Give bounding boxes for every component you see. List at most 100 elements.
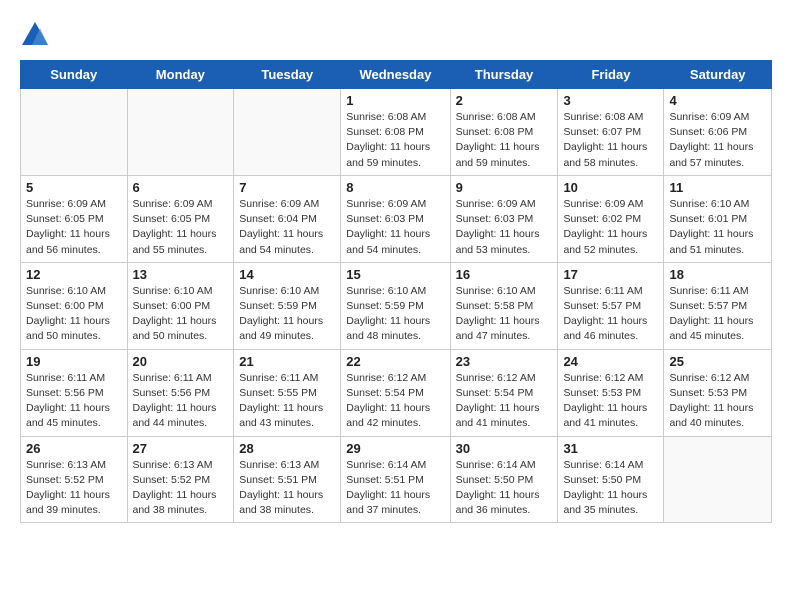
day-number: 9 (456, 180, 553, 195)
day-info: Sunrise: 6:09 AM Sunset: 6:03 PM Dayligh… (346, 197, 444, 258)
calendar-cell (127, 89, 234, 176)
day-number: 14 (239, 267, 335, 282)
day-number: 6 (133, 180, 229, 195)
day-info: Sunrise: 6:09 AM Sunset: 6:05 PM Dayligh… (133, 197, 229, 258)
day-number: 20 (133, 354, 229, 369)
day-info: Sunrise: 6:13 AM Sunset: 5:52 PM Dayligh… (133, 458, 229, 519)
calendar-cell: 26Sunrise: 6:13 AM Sunset: 5:52 PM Dayli… (21, 436, 128, 523)
calendar-cell: 16 Sunrise: 6:10 AM Sunset: 5:58 PM Dayli… (450, 262, 558, 349)
calendar-cell: 19 Sunrise: 6:11 AM Sunset: 5:56 PM Dayli… (21, 349, 128, 436)
calendar-cell: 23 Sunrise: 6:12 AM Sunset: 5:54 PM Dayli… (450, 349, 558, 436)
weekday-header-saturday: Saturday (664, 61, 772, 89)
day-info: Sunrise: 6:11 AM Sunset: 5:55 PM Dayligh… (239, 371, 335, 432)
calendar-cell: 30Sunrise: 6:14 AM Sunset: 5:50 PM Dayli… (450, 436, 558, 523)
calendar-cell: 28 Sunrise: 6:13 AM Sunset: 5:51 PM Dayli… (234, 436, 341, 523)
day-info: Sunrise: 6:10 AM Sunset: 6:00 PM Dayligh… (26, 284, 122, 345)
calendar-cell: 21 Sunrise: 6:11 AM Sunset: 5:55 PM Dayli… (234, 349, 341, 436)
calendar-cell: 5 Sunrise: 6:09 AM Sunset: 6:05 PM Daylig… (21, 175, 128, 262)
day-number: 28 (239, 441, 335, 456)
day-number: 12 (26, 267, 122, 282)
calendar-cell: 15 Sunrise: 6:10 AM Sunset: 5:59 PM Dayli… (341, 262, 450, 349)
calendar-cell: 25 Sunrise: 6:12 AM Sunset: 5:53 PM Dayli… (664, 349, 772, 436)
weekday-header-monday: Monday (127, 61, 234, 89)
day-info: Sunrise: 6:11 AM Sunset: 5:57 PM Dayligh… (563, 284, 658, 345)
day-info: Sunrise: 6:12 AM Sunset: 5:53 PM Dayligh… (669, 371, 766, 432)
day-number: 2 (456, 93, 553, 108)
calendar-cell: 2Sunrise: 6:08 AM Sunset: 6:08 PM Daylig… (450, 89, 558, 176)
day-number: 21 (239, 354, 335, 369)
day-number: 19 (26, 354, 122, 369)
day-number: 23 (456, 354, 553, 369)
day-number: 15 (346, 267, 444, 282)
calendar-cell: 9Sunrise: 6:09 AM Sunset: 6:03 PM Daylig… (450, 175, 558, 262)
day-number: 29 (346, 441, 444, 456)
calendar-cell: 8 Sunrise: 6:09 AM Sunset: 6:03 PM Daylig… (341, 175, 450, 262)
calendar-cell: 4 Sunrise: 6:09 AM Sunset: 6:06 PM Daylig… (664, 89, 772, 176)
calendar-week-row-4: 19 Sunrise: 6:11 AM Sunset: 5:56 PM Dayli… (21, 349, 772, 436)
calendar-cell: 13 Sunrise: 6:10 AM Sunset: 6:00 PM Dayli… (127, 262, 234, 349)
day-info: Sunrise: 6:14 AM Sunset: 5:50 PM Dayligh… (563, 458, 658, 519)
calendar-cell: 14 Sunrise: 6:10 AM Sunset: 5:59 PM Dayli… (234, 262, 341, 349)
day-info: Sunrise: 6:11 AM Sunset: 5:57 PM Dayligh… (669, 284, 766, 345)
weekday-header-sunday: Sunday (21, 61, 128, 89)
weekday-header-tuesday: Tuesday (234, 61, 341, 89)
calendar-cell: 7 Sunrise: 6:09 AM Sunset: 6:04 PM Daylig… (234, 175, 341, 262)
calendar-cell: 18 Sunrise: 6:11 AM Sunset: 5:57 PM Dayli… (664, 262, 772, 349)
day-info: Sunrise: 6:09 AM Sunset: 6:02 PM Dayligh… (563, 197, 658, 258)
day-number: 8 (346, 180, 444, 195)
page-header (20, 20, 772, 50)
day-info: Sunrise: 6:08 AM Sunset: 6:07 PM Dayligh… (563, 110, 658, 171)
day-number: 4 (669, 93, 766, 108)
calendar-cell: 12 Sunrise: 6:10 AM Sunset: 6:00 PM Dayli… (21, 262, 128, 349)
calendar-week-row-3: 12 Sunrise: 6:10 AM Sunset: 6:00 PM Dayli… (21, 262, 772, 349)
day-number: 5 (26, 180, 122, 195)
day-number: 18 (669, 267, 766, 282)
day-info: Sunrise: 6:10 AM Sunset: 6:01 PM Dayligh… (669, 197, 766, 258)
day-number: 22 (346, 354, 444, 369)
weekday-header-wednesday: Wednesday (341, 61, 450, 89)
day-info: Sunrise: 6:13 AM Sunset: 5:51 PM Dayligh… (239, 458, 335, 519)
calendar-cell (664, 436, 772, 523)
calendar-cell: 17 Sunrise: 6:11 AM Sunset: 5:57 PM Dayli… (558, 262, 664, 349)
calendar-cell: 22 Sunrise: 6:12 AM Sunset: 5:54 PM Dayli… (341, 349, 450, 436)
day-number: 24 (563, 354, 658, 369)
day-info: Sunrise: 6:11 AM Sunset: 5:56 PM Dayligh… (26, 371, 122, 432)
day-info: Sunrise: 6:12 AM Sunset: 5:53 PM Dayligh… (563, 371, 658, 432)
calendar-cell: 1Sunrise: 6:08 AM Sunset: 6:08 PM Daylig… (341, 89, 450, 176)
calendar-cell (234, 89, 341, 176)
logo (20, 20, 54, 50)
day-info: Sunrise: 6:10 AM Sunset: 5:58 PM Dayligh… (456, 284, 553, 345)
day-number: 3 (563, 93, 658, 108)
calendar-cell: 29 Sunrise: 6:14 AM Sunset: 5:51 PM Dayli… (341, 436, 450, 523)
day-info: Sunrise: 6:10 AM Sunset: 5:59 PM Dayligh… (239, 284, 335, 345)
day-info: Sunrise: 6:10 AM Sunset: 6:00 PM Dayligh… (133, 284, 229, 345)
day-info: Sunrise: 6:11 AM Sunset: 5:56 PM Dayligh… (133, 371, 229, 432)
day-info: Sunrise: 6:09 AM Sunset: 6:04 PM Dayligh… (239, 197, 335, 258)
day-number: 26 (26, 441, 122, 456)
weekday-header-thursday: Thursday (450, 61, 558, 89)
day-info: Sunrise: 6:09 AM Sunset: 6:05 PM Dayligh… (26, 197, 122, 258)
day-info: Sunrise: 6:12 AM Sunset: 5:54 PM Dayligh… (456, 371, 553, 432)
calendar-cell (21, 89, 128, 176)
day-number: 13 (133, 267, 229, 282)
day-number: 7 (239, 180, 335, 195)
day-number: 17 (563, 267, 658, 282)
day-info: Sunrise: 6:12 AM Sunset: 5:54 PM Dayligh… (346, 371, 444, 432)
day-number: 11 (669, 180, 766, 195)
logo-icon (20, 20, 50, 50)
day-info: Sunrise: 6:14 AM Sunset: 5:51 PM Dayligh… (346, 458, 444, 519)
day-info: Sunrise: 6:09 AM Sunset: 6:06 PM Dayligh… (669, 110, 766, 171)
calendar-week-row-5: 26 Sunrise: 6:13 AM Sunset: 5:52 PM Dayli… (21, 436, 772, 523)
day-number: 27 (133, 441, 229, 456)
day-info: Sunrise: 6:14 AM Sunset: 5:50 PM Dayligh… (456, 458, 553, 519)
day-info: Sunrise: 6:10 AM Sunset: 5:59 PM Dayligh… (346, 284, 444, 345)
calendar-cell: 27 Sunrise: 6:13 AM Sunset: 5:52 PM Dayli… (127, 436, 234, 523)
day-number: 25 (669, 354, 766, 369)
calendar-cell: 3 Sunrise: 6:08 AM Sunset: 6:07 PM Daylig… (558, 89, 664, 176)
calendar-cell: 24 Sunrise: 6:12 AM Sunset: 5:53 PM Dayli… (558, 349, 664, 436)
day-number: 16 (456, 267, 553, 282)
calendar-table: SundayMondayTuesdayWednesdayThursdayFrid… (20, 60, 772, 523)
weekday-header-friday: Friday (558, 61, 664, 89)
day-info: Sunrise: 6:08 AM Sunset: 6:08 PM Dayligh… (346, 110, 444, 171)
calendar-cell: 10Sunrise: 6:09 AM Sunset: 6:02 PM Dayli… (558, 175, 664, 262)
